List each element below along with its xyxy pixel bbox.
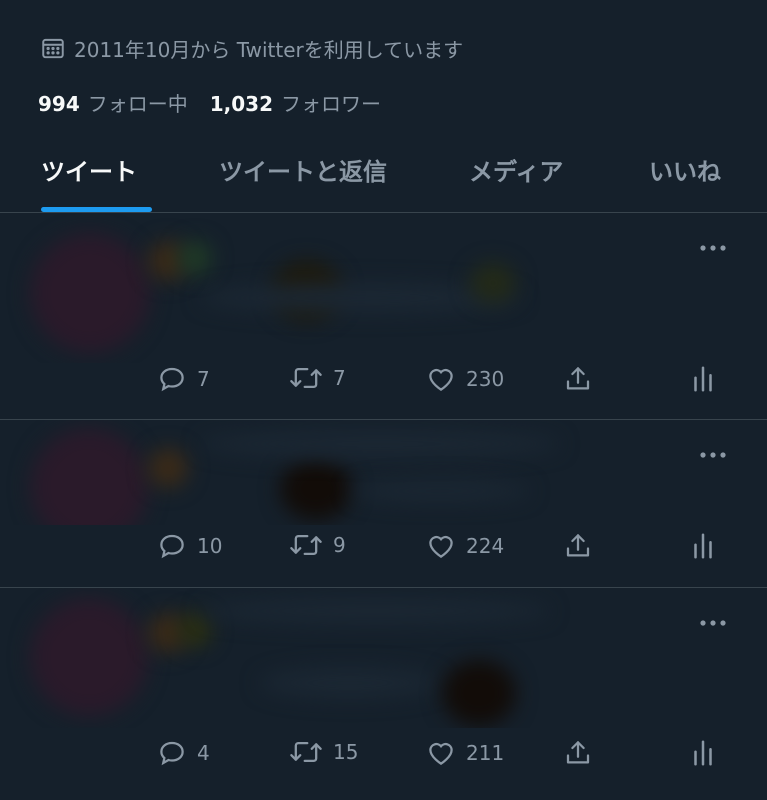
like-count: 224: [466, 534, 505, 558]
analytics-icon: [690, 531, 716, 561]
reply-button[interactable]: 10: [157, 531, 222, 561]
reply-count: 10: [197, 534, 223, 558]
retweet-icon: [289, 531, 323, 559]
tweet-2[interactable]: 10 9 224: [0, 420, 767, 588]
followers-count: 1,032: [209, 91, 274, 116]
following-link[interactable]: 994 フォロー中: [38, 88, 188, 117]
blurred-content: [0, 213, 767, 363]
like-button[interactable]: 211: [426, 738, 504, 768]
tweet-1[interactable]: 7 7 230: [0, 213, 767, 420]
share-icon: [563, 531, 593, 561]
tab-media[interactable]: メディア: [469, 152, 563, 187]
retweet-icon: [289, 364, 323, 392]
tweet-3[interactable]: 4 15 211: [0, 588, 767, 800]
reply-button[interactable]: 4: [157, 738, 210, 768]
more-icon[interactable]: [697, 238, 729, 258]
share-button[interactable]: [563, 364, 593, 394]
blurred-content: [0, 420, 767, 525]
retweet-count: 9: [333, 533, 346, 557]
followers-link[interactable]: 1,032 フォロワー: [210, 88, 381, 117]
retweet-count: 15: [333, 740, 359, 764]
share-icon: [563, 364, 593, 394]
more-icon[interactable]: [697, 445, 729, 465]
followers-label: フォロワー: [281, 91, 382, 116]
tab-tweets[interactable]: ツイート: [41, 152, 137, 187]
calendar-icon: [40, 35, 66, 61]
reply-icon: [157, 738, 187, 768]
like-button[interactable]: 230: [426, 364, 504, 394]
like-icon: [426, 364, 456, 394]
following-count: 994: [38, 91, 80, 116]
following-label: フォロー中: [87, 91, 188, 116]
like-count: 211: [466, 741, 505, 765]
share-icon: [563, 738, 593, 768]
reply-count: 7: [197, 367, 210, 391]
retweet-button[interactable]: 9: [289, 531, 346, 559]
share-button[interactable]: [563, 531, 593, 561]
like-icon: [426, 738, 456, 768]
like-count: 230: [466, 367, 505, 391]
tab-tweets-and-replies[interactable]: ツイートと返信: [219, 152, 387, 187]
retweet-icon: [289, 738, 323, 766]
analytics-icon: [690, 364, 716, 394]
analytics-icon: [690, 738, 716, 768]
reply-count: 4: [197, 741, 210, 765]
analytics-button[interactable]: [690, 531, 716, 561]
analytics-button[interactable]: [690, 364, 716, 394]
reply-icon: [157, 364, 187, 394]
more-icon[interactable]: [697, 613, 729, 633]
reply-icon: [157, 531, 187, 561]
like-icon: [426, 531, 456, 561]
tab-likes[interactable]: いいね: [649, 152, 721, 187]
share-button[interactable]: [563, 738, 593, 768]
follow-stats: 994 フォロー中 1,032 フォロワー: [38, 88, 381, 116]
analytics-button[interactable]: [690, 738, 716, 768]
blurred-content: [0, 588, 767, 728]
joined-text: 2011年10月から Twitterを利用しています: [74, 37, 464, 62]
retweet-button[interactable]: 7: [289, 364, 346, 392]
retweet-count: 7: [333, 366, 346, 390]
like-button[interactable]: 224: [426, 531, 504, 561]
reply-button[interactable]: 7: [157, 364, 210, 394]
retweet-button[interactable]: 15: [289, 738, 358, 766]
joined-date: 2011年10月から Twitterを利用しています: [40, 34, 463, 62]
profile-tabs: ツイート ツイートと返信 メディア いいね: [0, 140, 767, 213]
